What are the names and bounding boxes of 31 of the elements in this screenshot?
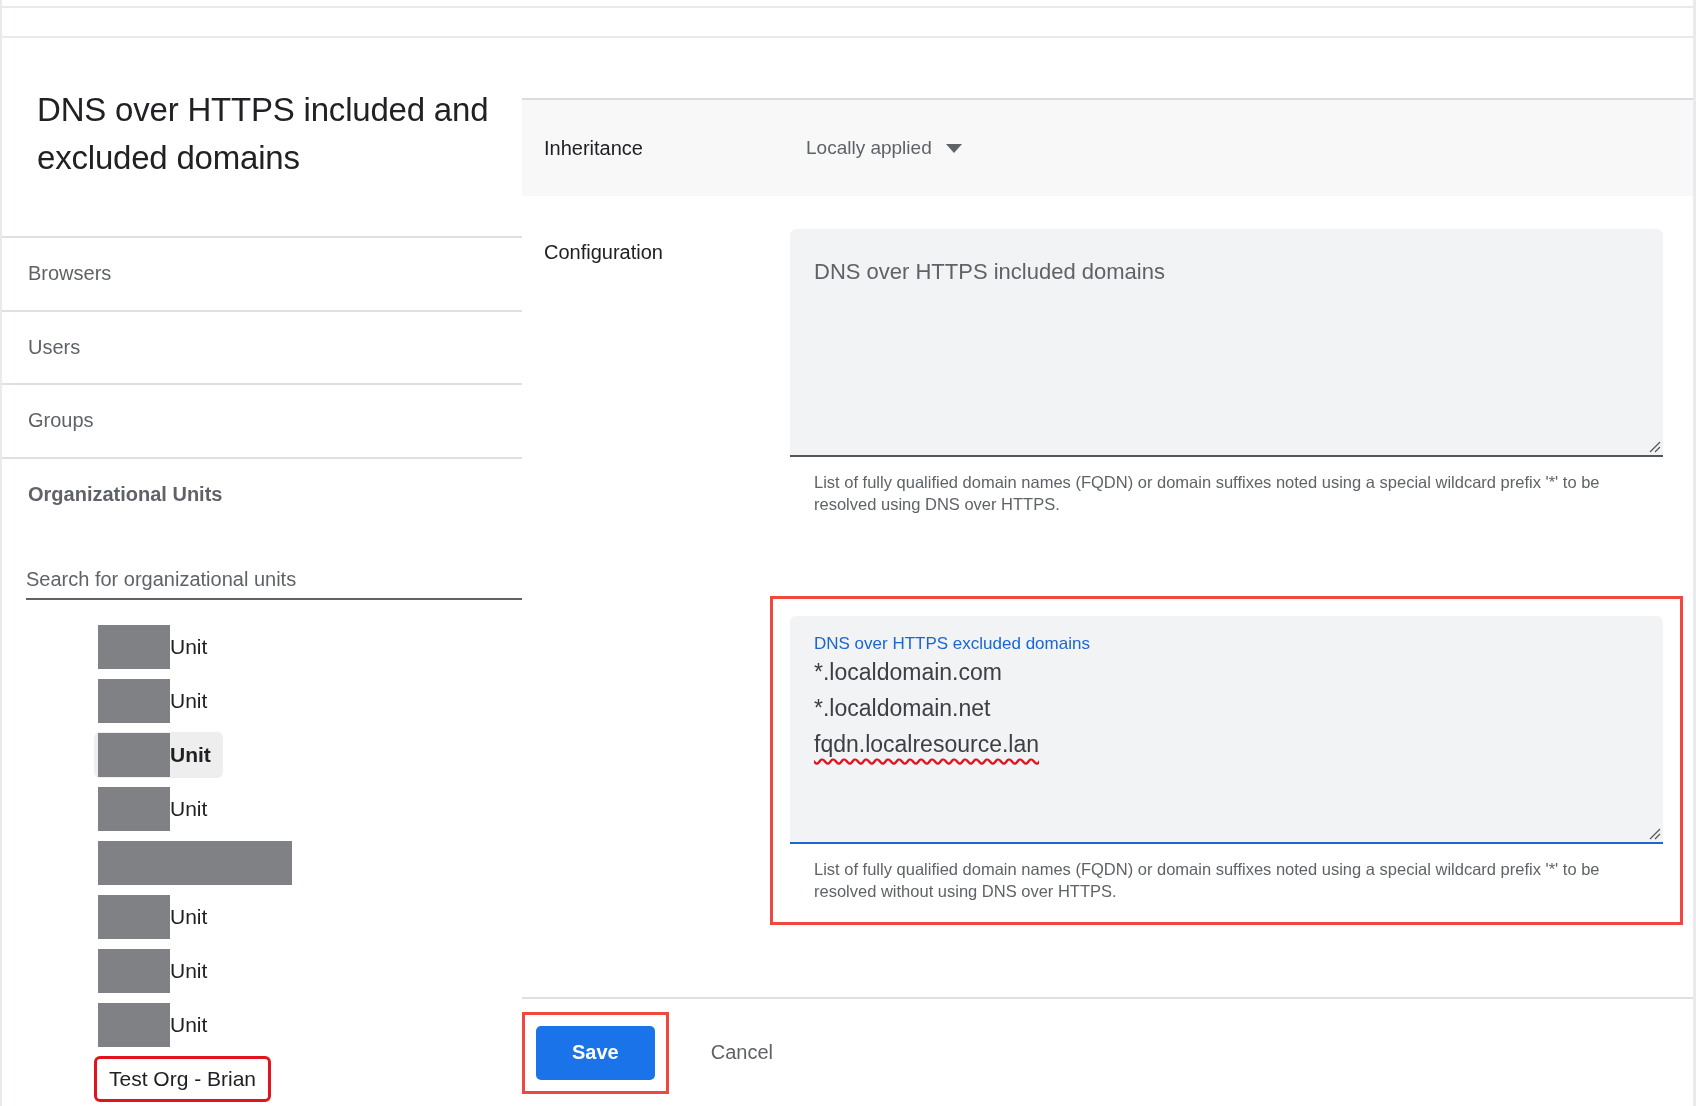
org-unit-item[interactable]: Unit bbox=[94, 1002, 220, 1048]
nav-item[interactable]: Groups bbox=[2, 383, 522, 457]
search-field[interactable]: Search for organizational units bbox=[26, 560, 522, 600]
nav-item[interactable]: Organizational Units bbox=[2, 456, 522, 531]
domains-textarea[interactable]: DNS over HTTPS included domains bbox=[790, 229, 1663, 457]
org-unit-item[interactable]: Unit bbox=[94, 732, 223, 778]
nav-item[interactable]: Users bbox=[2, 309, 522, 384]
org-unit-item[interactable]: Unit bbox=[94, 678, 220, 724]
helper-text: List of fully qualified domain names (FQDN) or domain suffixes noted using a special wildcard prefix '*' to be resolved using DNS over HTTPS. bbox=[814, 472, 1601, 515]
configuration-label: Configuration bbox=[544, 240, 664, 265]
helper-text: List of fully qualified domain names (FQDN) or domain suffixes noted using a special wildcard prefix '*' to be resolved without using DNS over HTTPS. bbox=[814, 859, 1601, 902]
domain-line: *.localdomain.net bbox=[814, 694, 991, 723]
org-unit-item[interactable]: Unit bbox=[94, 624, 220, 670]
nav-item[interactable]: Browsers bbox=[2, 236, 522, 310]
inheritance-dropdown[interactable]: Locally applied bbox=[806, 137, 962, 159]
field-label: DNS over HTTPS included domains bbox=[814, 259, 1166, 285]
cancel-button[interactable]: Cancel bbox=[702, 1025, 781, 1080]
domain-line: *.localdomain.com bbox=[814, 658, 1002, 687]
org-unit-item[interactable]: Test Org - Brian bbox=[94, 1056, 272, 1102]
save-button[interactable]: Save bbox=[536, 1025, 655, 1080]
field-label: DNS over HTTPS excluded domains bbox=[814, 634, 1091, 654]
org-unit-item[interactable]: Unit bbox=[94, 948, 220, 994]
org-unit-item[interactable]: Unit bbox=[94, 786, 220, 832]
inheritance-label: Inheritance bbox=[544, 136, 644, 160]
resize-handle-icon[interactable] bbox=[1649, 441, 1661, 453]
page-title: DNS over HTTPS included and excluded domains bbox=[36, 90, 490, 178]
caret-icon bbox=[945, 143, 962, 153]
resize-handle-icon[interactable] bbox=[1649, 828, 1661, 840]
domains-textarea[interactable]: DNS over HTTPS excluded domains *.localdomain.com *.localdomain.net fqdn.localresource.lan bbox=[790, 616, 1663, 844]
org-unit-item[interactable]: Unit bbox=[94, 894, 220, 940]
domain-line: fqdn.localresource.lan bbox=[814, 730, 1040, 759]
